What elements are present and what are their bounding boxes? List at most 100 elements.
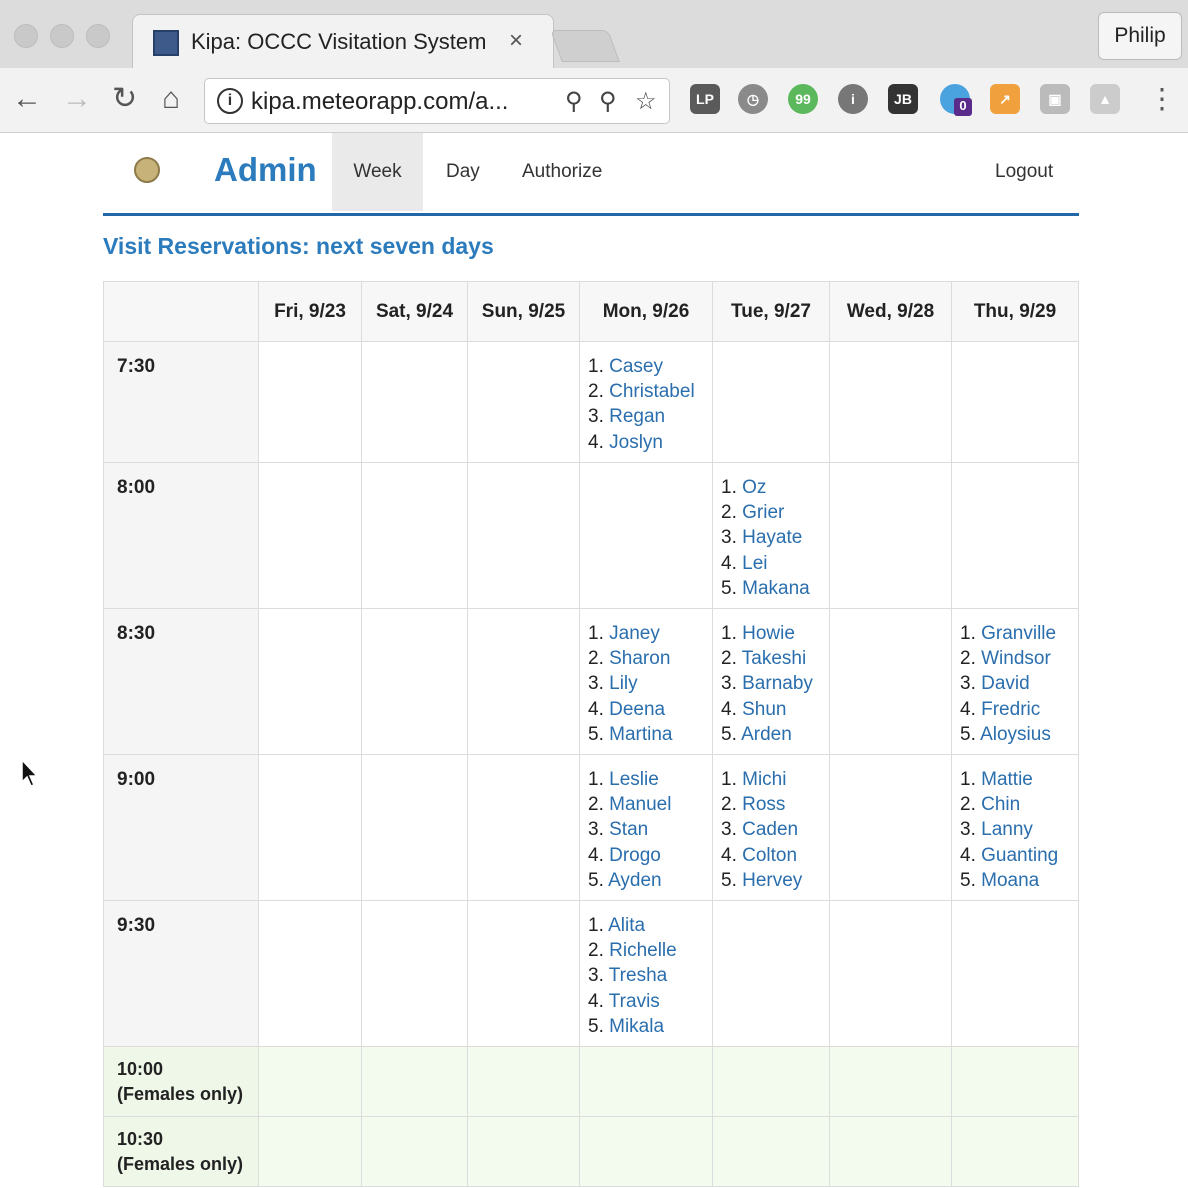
reservation-cell [258, 1116, 362, 1187]
evernote-icon[interactable]: 99 [788, 84, 818, 114]
visitor-name-link[interactable]: Martina [609, 724, 672, 745]
visitor-name-link[interactable]: David [981, 673, 1030, 694]
page-content: Admin Week Day Authorize Logout Visit Re… [0, 133, 1188, 1188]
visitor-name-link[interactable]: Aloysius [980, 724, 1051, 745]
visitor-name-link[interactable]: Guanting [981, 845, 1058, 866]
visitor-name-link[interactable]: Hayate [742, 527, 802, 548]
minimize-window-button[interactable] [50, 24, 74, 48]
visitor-name-link[interactable]: Joslyn [609, 432, 663, 453]
visitor-number: 1. [588, 356, 610, 377]
visitor-name-link[interactable]: Michi [742, 769, 786, 790]
reservation-cell [361, 341, 468, 463]
maximize-window-button[interactable] [86, 24, 110, 48]
visitor-list: 1. Leslie 2. Manuel 3. Stan 4. Drogo 5. Ayde… [580, 767, 712, 893]
tab-close-icon[interactable]: × [509, 27, 523, 55]
visitor-name-link[interactable]: Mattie [981, 769, 1033, 790]
home-icon[interactable]: ⌂ [162, 82, 180, 116]
visitor-name-link[interactable]: Ayden [608, 870, 662, 891]
visitor-name-link[interactable]: Christabel [609, 381, 695, 402]
reload-icon[interactable]: ↻ [112, 82, 137, 116]
nav-day[interactable]: Day [446, 133, 480, 211]
ghostery-icon[interactable]: 0 [940, 84, 972, 116]
visitor-name-link[interactable]: Arden [741, 724, 792, 745]
nav-week[interactable]: Week [332, 133, 423, 211]
visitor-name-link[interactable]: Richelle [609, 940, 677, 961]
reservation-cell [579, 462, 713, 609]
visitor-name-link[interactable]: Tresha [609, 965, 667, 986]
visitor-item: 5. Ayden [588, 868, 712, 893]
visitor-name-link[interactable]: Manuel [609, 794, 671, 815]
profile-button[interactable]: Philip [1098, 12, 1182, 60]
visitor-name-link[interactable]: Barnaby [742, 673, 813, 694]
back-arrow-icon[interactable]: ← [12, 82, 42, 116]
visitor-name-link[interactable]: Leslie [609, 769, 659, 790]
visitor-name-link[interactable]: Takeshi [742, 648, 806, 669]
visitor-name-link[interactable]: Grier [742, 502, 784, 523]
visitor-item: 1. Mattie [960, 767, 1078, 792]
visitor-name-link[interactable]: Moana [981, 870, 1039, 891]
visitor-item: 2. Richelle [588, 938, 712, 963]
visitor-name-link[interactable]: Casey [609, 356, 663, 377]
brand-title[interactable]: Admin [214, 151, 317, 189]
menu-icon[interactable]: ⋮ [1148, 82, 1176, 116]
visitor-item: 5. Hervey [721, 868, 829, 893]
bookmark-star-icon[interactable]: ☆ [635, 87, 657, 116]
reservation-cell [829, 754, 952, 901]
jetbrains-icon[interactable]: JB [888, 84, 918, 114]
visitor-name-link[interactable]: Alita [608, 915, 645, 936]
visitor-name-link[interactable]: Makana [742, 578, 810, 599]
nav-authorize[interactable]: Authorize [522, 133, 602, 211]
time-slot-row: 8:00 1. Oz 2. Grier 3. Hayate 4. Lei 5. Makan… [103, 462, 1079, 609]
visitor-name-link[interactable]: Fredric [981, 699, 1040, 720]
visitor-item: 3. Tresha [588, 963, 712, 988]
nav-logout[interactable]: Logout [995, 133, 1053, 211]
visitor-name-link[interactable]: Lily [609, 673, 638, 694]
zoom-icon[interactable]: ⚲ [599, 87, 617, 116]
time-value: 10:00 [117, 1059, 164, 1079]
time-value: 8:30 [117, 623, 156, 644]
visitor-name-link[interactable]: Deena [609, 699, 665, 720]
visitor-name-link[interactable]: Hervey [742, 870, 802, 891]
visitor-name-link[interactable]: Shun [742, 699, 786, 720]
visitor-name-link[interactable]: Stan [609, 819, 648, 840]
info-icon[interactable]: i [838, 84, 868, 114]
visitor-name-link[interactable]: Sharon [609, 648, 670, 669]
clock-icon[interactable]: ◷ [738, 84, 768, 114]
visitor-item: 2. Windsor [960, 646, 1078, 671]
corner-cell [103, 281, 259, 342]
visitor-name-link[interactable]: Chin [981, 794, 1020, 815]
visitor-name-link[interactable]: Drogo [609, 845, 661, 866]
lastpass-icon[interactable]: LP [690, 84, 720, 114]
visitor-name-link[interactable]: Mikala [609, 1016, 664, 1037]
ghostery-badge: 0 [954, 98, 972, 116]
visitor-name-link[interactable]: Ross [742, 794, 785, 815]
url-text[interactable]: kipa.meteorapp.com/a... [251, 88, 508, 116]
reservation-cell [258, 1046, 362, 1117]
cube-icon[interactable]: ▣ [1040, 84, 1070, 114]
visitor-name-link[interactable]: Windsor [981, 648, 1051, 669]
visitor-name-link[interactable]: Travis [609, 991, 660, 1012]
key-icon[interactable]: ⚲ [565, 87, 583, 116]
visitor-name-link[interactable]: Colton [742, 845, 797, 866]
visitor-list: 1. Janey 2. Sharon 3. Lily 4. Deena 5. Marti… [580, 621, 712, 747]
new-tab-button[interactable] [550, 30, 620, 62]
info-icon[interactable]: i [217, 88, 243, 114]
forward-arrow-icon[interactable]: → [62, 82, 92, 116]
visitor-name-link[interactable]: Howie [742, 623, 795, 644]
browser-tab[interactable]: Kipa: OCCC Visitation System × [132, 14, 554, 70]
visitor-name-link[interactable]: Granville [981, 623, 1056, 644]
chart-icon[interactable]: ↗ [990, 84, 1020, 114]
address-bar[interactable]: i kipa.meteorapp.com/a... ⚲ ⚲ ☆ [204, 78, 670, 124]
close-window-button[interactable] [14, 24, 38, 48]
visitor-name-link[interactable]: Lei [742, 553, 767, 574]
reservation-cell [829, 341, 952, 463]
drive-icon[interactable]: ▲ [1090, 84, 1120, 114]
visitor-name-link[interactable]: Lanny [981, 819, 1033, 840]
visitor-name-link[interactable]: Janey [609, 623, 660, 644]
visitor-number: 1. [588, 915, 609, 936]
visitor-name-link[interactable]: Oz [742, 477, 766, 498]
visitor-name-link[interactable]: Caden [742, 819, 798, 840]
visitor-number: 1. [588, 623, 610, 644]
visitor-name-link[interactable]: Regan [609, 406, 665, 427]
reservation-cell [258, 608, 362, 755]
